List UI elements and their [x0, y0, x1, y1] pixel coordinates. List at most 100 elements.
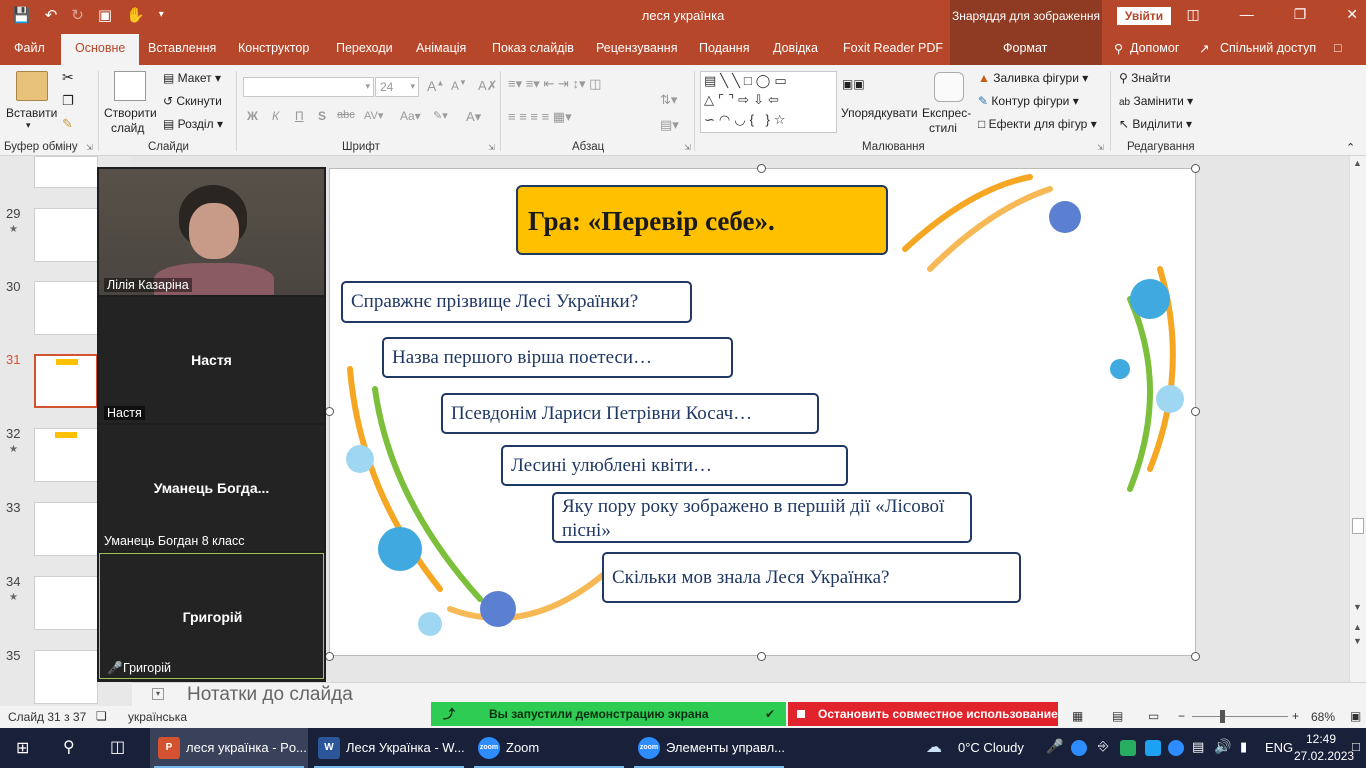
- normal-view-icon[interactable]: ▦: [1072, 709, 1083, 723]
- participant-tile[interactable]: Лілія Казаріна: [99, 169, 324, 295]
- quick-styles-button[interactable]: Експрес-: [922, 106, 971, 120]
- slide-thumbnail-29[interactable]: [34, 208, 98, 262]
- tab-slideshow[interactable]: Показ слайдів: [492, 41, 574, 55]
- arrange-button[interactable]: Упорядкувати: [841, 106, 918, 120]
- notes-placeholder[interactable]: Нотатки до слайда: [187, 684, 353, 706]
- volume-icon[interactable]: 🔊: [1214, 738, 1231, 755]
- font-name-dropdown-icon[interactable]: ▾: [365, 81, 370, 92]
- notes-toggle-icon[interactable]: ▾: [152, 688, 164, 700]
- tab-design[interactable]: Конструктор: [238, 41, 309, 55]
- sign-in-button[interactable]: Увійти: [1117, 7, 1171, 25]
- text-direction-icon[interactable]: ⇅▾: [660, 92, 677, 108]
- layout-button[interactable]: ▤ Макет ▾: [163, 71, 221, 85]
- tab-animations[interactable]: Анімація: [416, 41, 466, 55]
- quick-styles-icon[interactable]: [934, 72, 964, 102]
- slide-thumbnail-31[interactable]: [34, 354, 98, 408]
- question-box-3[interactable]: Псевдонім Лариси Петрівни Косач…: [441, 393, 819, 434]
- comments-icon[interactable]: □: [1334, 41, 1342, 55]
- slideshow-view-icon[interactable]: ▭: [1148, 709, 1159, 723]
- font-size-dropdown-icon[interactable]: ▾: [410, 81, 415, 92]
- format-painter-icon[interactable]: ✎: [62, 116, 73, 132]
- taskbar-zoom-controls[interactable]: zoom Элементы управл...: [630, 728, 788, 768]
- tell-me-search[interactable]: Допомог: [1130, 41, 1179, 55]
- resize-handle[interactable]: [757, 652, 766, 661]
- shapes-row-3[interactable]: ∽◠◡{ }☆: [704, 112, 790, 128]
- tray-app-icon[interactable]: [1120, 740, 1136, 756]
- fit-slide-icon[interactable]: ▣: [1350, 709, 1361, 723]
- spellcheck-icon[interactable]: ❏: [96, 709, 107, 723]
- italic-button[interactable]: К: [272, 109, 279, 123]
- new-slide-button[interactable]: Створити: [104, 106, 157, 120]
- tab-foxit[interactable]: Foxit Reader PDF: [843, 41, 943, 55]
- strikethrough-button[interactable]: abc: [337, 109, 355, 121]
- task-view-icon[interactable]: ◫: [110, 737, 125, 757]
- font-name-input[interactable]: ▾: [243, 77, 374, 97]
- search-icon[interactable]: ⚲: [63, 737, 75, 757]
- paste-dropdown-icon[interactable]: ▾: [26, 120, 31, 131]
- resize-handle[interactable]: [1191, 164, 1200, 173]
- alignment-icons[interactable]: ≡ ≡ ≡ ≡ ▦▾: [508, 109, 572, 125]
- shadow-button[interactable]: S: [318, 109, 326, 123]
- question-box-2[interactable]: Назва першого вірша поетеси…: [382, 337, 733, 378]
- select-button[interactable]: ↖ Виділити ▾: [1119, 117, 1192, 131]
- taskbar-powerpoint[interactable]: P леся українка - Po...: [150, 728, 308, 768]
- zoom-out-icon[interactable]: −: [1178, 709, 1185, 723]
- slide-title[interactable]: Гра: «Перевір себе».: [516, 185, 888, 255]
- participant-tile[interactable]: Настя Настя: [99, 297, 324, 423]
- clock-time[interactable]: 12:49: [1300, 732, 1342, 746]
- font-launcher-icon[interactable]: ⇲: [488, 143, 495, 152]
- participant-tile[interactable]: Уманець Богда... Уманець Богдан 8 класс: [99, 425, 324, 551]
- language-indicator[interactable]: українська: [128, 710, 187, 724]
- font-color-icon[interactable]: A▾: [466, 109, 481, 125]
- reading-view-icon[interactable]: ▤: [1112, 709, 1123, 723]
- decrease-font-icon[interactable]: A▼: [451, 78, 467, 93]
- slide-canvas[interactable]: Гра: «Перевір себе». Справжнє прізвище Л…: [329, 168, 1196, 656]
- section-button[interactable]: ▤ Розділ ▾: [163, 117, 223, 131]
- find-button[interactable]: ⚲ Знайти: [1119, 71, 1171, 85]
- participant-tile-active-speaker[interactable]: Григорій 🎤 Григорій: [99, 553, 324, 679]
- screen-share-indicator[interactable]: ⤴ Вы запустили демонстрацию экрана ✔: [431, 702, 786, 726]
- drawing-launcher-icon[interactable]: ⇲: [1097, 143, 1104, 152]
- resize-handle[interactable]: [757, 164, 766, 173]
- tab-view[interactable]: Подання: [699, 41, 749, 55]
- slide-thumbnail-34[interactable]: [34, 576, 98, 630]
- change-case-icon[interactable]: Aa▾: [400, 109, 421, 123]
- replace-button[interactable]: ab Замінити ▾: [1119, 94, 1193, 108]
- slide-thumbnail-33[interactable]: [34, 502, 98, 556]
- cloud-icon[interactable]: ☁: [926, 737, 942, 757]
- paste-icon[interactable]: [16, 71, 48, 101]
- resize-handle[interactable]: [325, 407, 334, 416]
- question-box-6[interactable]: Скільки мов знала Леся Українка?: [602, 552, 1021, 603]
- minimize-icon[interactable]: —: [1240, 6, 1254, 23]
- slide-thumbnail-35[interactable]: [34, 650, 98, 704]
- windows-start-icon[interactable]: ⊞: [16, 738, 29, 758]
- new-slide-label[interactable]: слайд: [111, 121, 144, 135]
- next-slide-icon[interactable]: ▼: [1353, 636, 1362, 646]
- cut-icon[interactable]: ✂: [62, 69, 74, 86]
- tab-home[interactable]: Основне: [61, 34, 140, 65]
- resize-handle[interactable]: [1191, 407, 1200, 416]
- scroll-up-icon[interactable]: ▲: [1353, 158, 1362, 168]
- resize-handle[interactable]: [1191, 652, 1200, 661]
- shape-outline-button[interactable]: ✎ Контур фігури ▾: [978, 94, 1079, 108]
- smartart-icon[interactable]: ▤▾: [660, 117, 679, 133]
- arrange-icon[interactable]: ▣▣: [842, 77, 865, 91]
- bullets-icon[interactable]: ≡▾ ≡▾ ⇤ ⇥ ↕▾ ◫: [508, 76, 601, 92]
- paste-button[interactable]: Вставити: [6, 106, 57, 120]
- underline-button[interactable]: П: [295, 109, 304, 123]
- tab-review[interactable]: Рецензування: [596, 41, 677, 55]
- new-slide-icon[interactable]: [114, 71, 146, 101]
- zoom-level[interactable]: 68%: [1311, 710, 1335, 724]
- copy-icon[interactable]: ❐: [62, 93, 74, 109]
- notifications-icon[interactable]: □: [1352, 739, 1360, 754]
- usb-icon[interactable]: ⎆: [1098, 738, 1108, 754]
- share-button[interactable]: Спільний доступ: [1220, 41, 1316, 55]
- slide-thumbnail-30[interactable]: [34, 281, 98, 335]
- scroll-thumb[interactable]: [1352, 518, 1364, 534]
- input-language[interactable]: ENG: [1265, 740, 1293, 755]
- question-box-1[interactable]: Справжнє прізвище Лесі Українки?: [341, 281, 692, 323]
- weather-text[interactable]: 0°C Cloudy: [958, 740, 1024, 755]
- clipboard-launcher-icon[interactable]: ⇲: [86, 143, 93, 152]
- bold-button[interactable]: Ж: [247, 109, 258, 123]
- scroll-down-icon[interactable]: ▼: [1353, 602, 1362, 612]
